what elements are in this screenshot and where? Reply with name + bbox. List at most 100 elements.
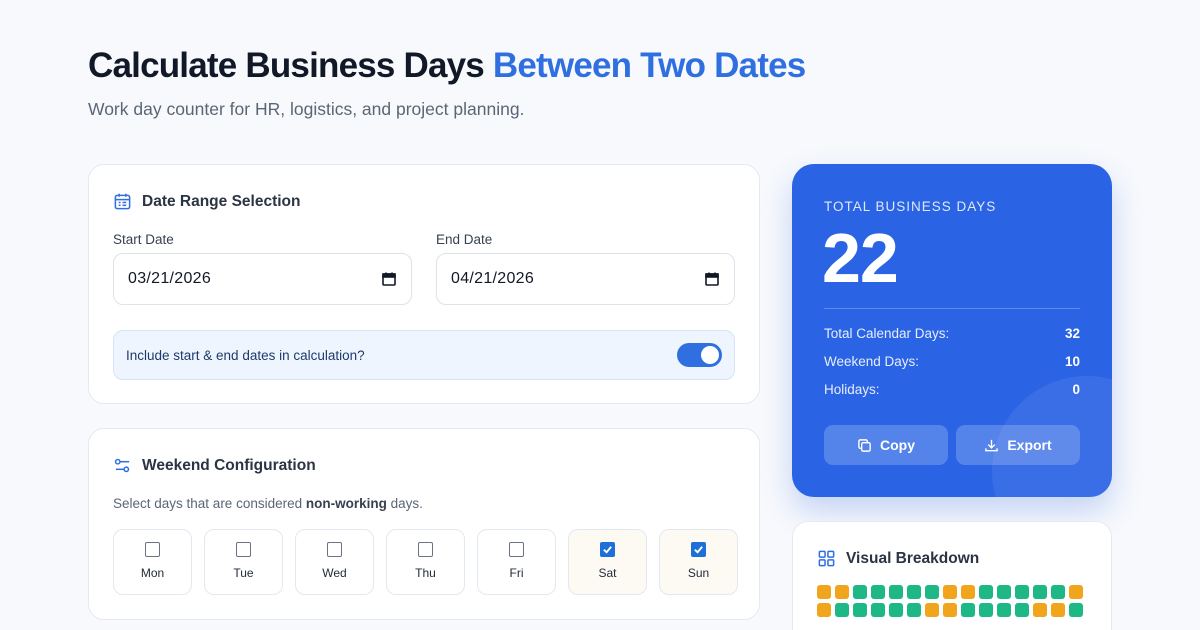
business-day-cell [961, 603, 975, 617]
business-day-cell [889, 585, 903, 599]
include-dates-label: Include start & end dates in calculation… [126, 347, 365, 363]
weekend-day-cell [961, 585, 975, 599]
stat-label: Holidays: [824, 382, 880, 397]
business-day-cell [979, 603, 993, 617]
weekend-config-title: Weekend Configuration [113, 456, 316, 475]
visual-breakdown-title-text: Visual Breakdown [846, 549, 980, 567]
weekday-label: Thu [415, 566, 436, 580]
calendar-picker-icon[interactable] [704, 271, 720, 287]
export-button[interactable]: Export [956, 425, 1080, 465]
weekend-desc-bold: non-working [305, 496, 387, 511]
start-date-input[interactable]: 03/21/2026 [113, 253, 412, 305]
day-grid [817, 585, 1087, 617]
weekend-day-cell [817, 585, 831, 599]
weekday-option-mon[interactable]: Mon [113, 529, 192, 595]
weekend-description: Select days that are considered non-work… [113, 496, 423, 511]
weekend-desc-prefix: Select days that are considered [113, 496, 303, 511]
weekend-day-cell [1051, 603, 1065, 617]
visual-breakdown-card: Visual Breakdown [792, 521, 1112, 630]
toggle-knob [701, 346, 719, 364]
business-day-cell [1033, 585, 1047, 599]
result-label: TOTAL BUSINESS DAYS [824, 199, 997, 214]
weekend-day-cell [817, 603, 831, 617]
visual-breakdown-title: Visual Breakdown [817, 549, 979, 568]
business-day-cell [871, 585, 885, 599]
result-divider [824, 308, 1080, 309]
stat-weekend-days: Weekend Days: 10 [824, 354, 1080, 369]
grid-icon [818, 550, 835, 567]
business-day-cell [853, 585, 867, 599]
page-title: Calculate Business Days Between Two Date… [88, 46, 806, 86]
weekday-checkbox[interactable] [691, 542, 706, 557]
include-dates-row: Include start & end dates in calculation… [113, 330, 735, 380]
stat-value: 0 [1072, 382, 1080, 397]
weekend-day-cell [835, 585, 849, 599]
weekday-checkbox[interactable] [418, 542, 433, 557]
weekend-day-cell [925, 603, 939, 617]
weekday-label: Tue [233, 566, 254, 580]
end-date-value: 04/21/2026 [451, 270, 535, 287]
check-icon [694, 546, 703, 554]
business-day-cell [1069, 603, 1083, 617]
stat-holidays: Holidays: 0 [824, 382, 1080, 397]
calendar-icon [114, 193, 131, 210]
weekend-day-cell [1033, 603, 1047, 617]
date-range-title: Date Range Selection [113, 192, 301, 211]
weekday-option-wed[interactable]: Wed [295, 529, 374, 595]
weekday-label: Mon [140, 566, 165, 580]
business-day-cell [889, 603, 903, 617]
weekday-checkbox[interactable] [600, 542, 615, 557]
calendar-picker-icon[interactable] [381, 271, 397, 287]
weekday-checkbox[interactable] [327, 542, 342, 557]
weekday-label: Fri [509, 566, 524, 580]
business-day-cell [997, 585, 1011, 599]
copy-button-label: Copy [880, 437, 915, 453]
result-value: 22 [822, 219, 899, 297]
start-date-value: 03/21/2026 [128, 270, 212, 287]
page-title-accent: Between Two Dates [492, 46, 806, 85]
weekend-desc-suffix: days. [390, 496, 423, 511]
copy-button[interactable]: Copy [824, 425, 948, 465]
stat-label: Total Calendar Days: [824, 326, 950, 341]
business-day-cell [997, 603, 1011, 617]
business-day-cell [907, 603, 921, 617]
business-day-cell [871, 603, 885, 617]
sliders-icon [114, 458, 130, 473]
start-date-label: Start Date [113, 232, 174, 247]
weekday-options: Mon Tue Wed Thu Fri Sat Sun [113, 529, 738, 595]
weekday-label: Wed [322, 566, 347, 580]
business-day-cell [1015, 585, 1029, 599]
weekend-day-cell [943, 585, 957, 599]
check-icon [603, 546, 612, 554]
business-day-cell [925, 585, 939, 599]
business-day-cell [1015, 603, 1029, 617]
include-dates-toggle[interactable] [677, 343, 722, 367]
business-day-cell [1051, 585, 1065, 599]
weekend-day-cell [943, 603, 957, 617]
weekday-checkbox[interactable] [145, 542, 160, 557]
business-day-cell [907, 585, 921, 599]
business-day-cell [853, 603, 867, 617]
stat-calendar-days: Total Calendar Days: 32 [824, 326, 1080, 341]
stat-label: Weekend Days: [824, 354, 920, 369]
end-date-input[interactable]: 04/21/2026 [436, 253, 735, 305]
result-card: TOTAL BUSINESS DAYS 22 Total Calendar Da… [792, 164, 1112, 497]
page-subtitle: Work day counter for HR, logistics, and … [88, 99, 525, 119]
weekday-checkbox[interactable] [509, 542, 524, 557]
weekend-day-cell [1069, 585, 1083, 599]
weekday-label: Sun [687, 566, 710, 580]
stat-value: 32 [1064, 326, 1080, 341]
copy-icon [858, 438, 871, 452]
weekday-option-thu[interactable]: Thu [386, 529, 465, 595]
date-range-card: Date Range Selection Start Date 03/21/20… [88, 164, 760, 404]
export-button-label: Export [1007, 437, 1052, 453]
page-title-main: Calculate Business Days [88, 46, 485, 85]
download-icon [985, 439, 999, 451]
weekday-option-tue[interactable]: Tue [204, 529, 283, 595]
weekday-checkbox[interactable] [236, 542, 251, 557]
business-day-cell [979, 585, 993, 599]
weekday-option-sat[interactable]: Sat [568, 529, 647, 595]
weekday-option-fri[interactable]: Fri [477, 529, 556, 595]
stat-value: 10 [1064, 354, 1080, 369]
weekday-option-sun[interactable]: Sun [659, 529, 738, 595]
